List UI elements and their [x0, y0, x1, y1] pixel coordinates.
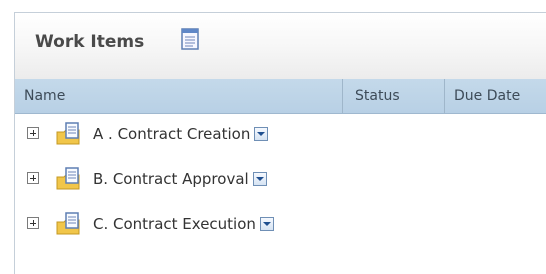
expand-icon[interactable]	[27, 127, 39, 139]
column-header-name[interactable]: Name	[15, 79, 343, 113]
work-item-label[interactable]: C. Contract Execution	[93, 214, 274, 234]
panel-title: Work Items	[35, 32, 145, 52]
column-header-due-date[interactable]: Due Date	[445, 79, 546, 113]
work-item-row[interactable]: A . Contract Creation	[15, 114, 546, 159]
work-item-title[interactable]: A . Contract Creation	[93, 125, 250, 143]
folder-document-icon	[56, 212, 80, 235]
chevron-down-icon[interactable]	[259, 217, 274, 231]
work-items-panel: Work Items Name Status Due Date A . Cont…	[14, 12, 546, 274]
work-item-title[interactable]: C. Contract Execution	[93, 215, 256, 233]
work-item-row[interactable]: C. Contract Execution	[15, 204, 546, 249]
expand-icon[interactable]	[27, 217, 39, 229]
work-item-label[interactable]: A . Contract Creation	[93, 124, 269, 144]
panel-header: Work Items	[15, 13, 546, 80]
notepad-icon	[181, 28, 199, 50]
chevron-down-icon[interactable]	[252, 172, 267, 186]
expand-icon[interactable]	[27, 172, 39, 184]
work-item-row[interactable]: B. Contract Approval	[15, 159, 546, 204]
chevron-down-icon[interactable]	[254, 127, 269, 141]
grid-header: Name Status Due Date	[15, 79, 546, 114]
column-header-status[interactable]: Status	[343, 79, 445, 113]
work-item-title[interactable]: B. Contract Approval	[93, 170, 249, 188]
work-item-label[interactable]: B. Contract Approval	[93, 169, 267, 189]
folder-document-icon	[56, 167, 80, 190]
work-items-list: A . Contract Creation B. Contract Approv…	[15, 114, 546, 249]
folder-document-icon	[56, 122, 80, 145]
